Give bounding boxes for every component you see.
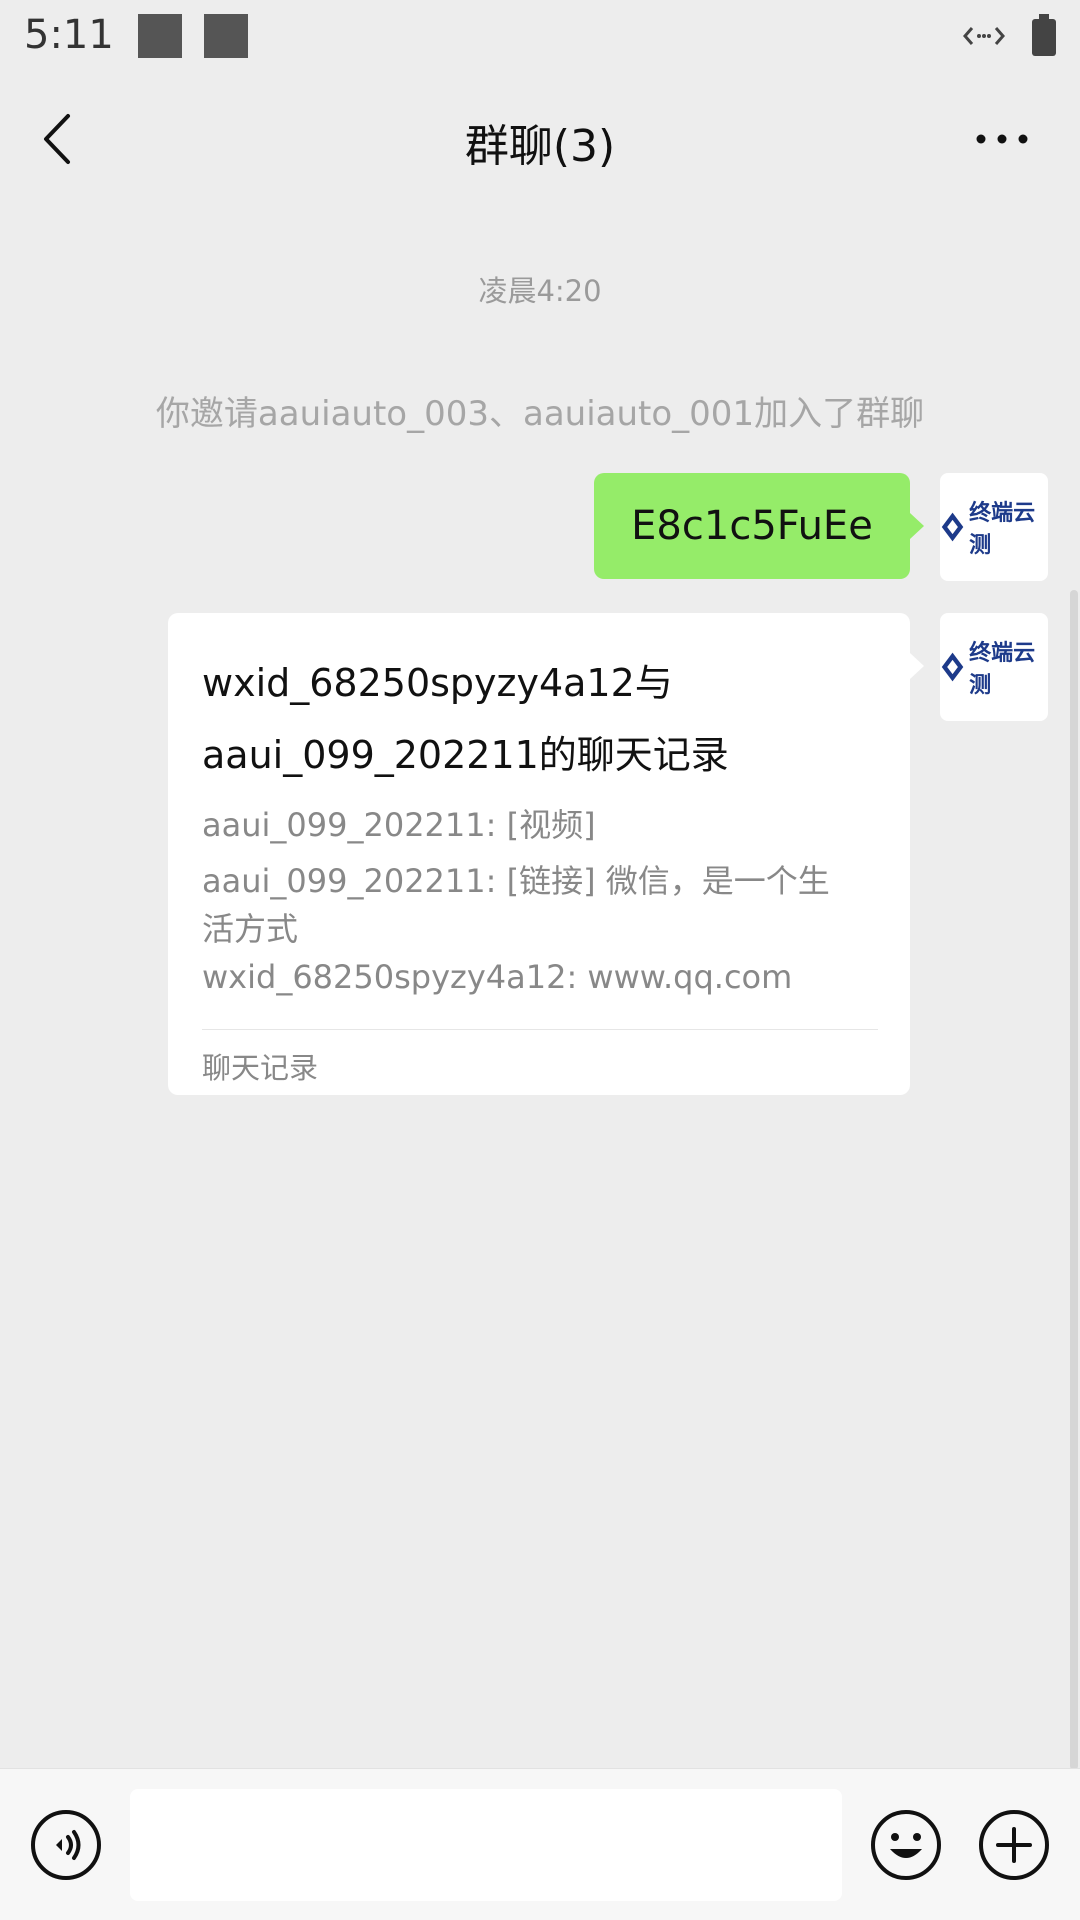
more-icon[interactable] [972,124,1032,154]
message-timestamp: 凌晨4:20 [478,274,602,308]
chat-record-title: wxid_68250spyzy4a12与 [202,661,673,705]
notification-icon [138,14,182,58]
status-time: 5:11 [24,12,114,58]
voice-icon[interactable] [30,1809,102,1881]
nav-bar: 群聊(3) [0,76,1080,200]
plus-icon[interactable] [978,1809,1050,1881]
data-transfer-icon [963,27,1005,45]
chat-record-line: 活方式 [202,910,299,948]
battery-icon [1032,14,1056,56]
chat-record-line: wxid_68250spyzy4a12: www.qq.com [202,958,793,996]
sent-message-bubble[interactable]: E8c1c5FuEe [594,473,924,579]
logo-icon [941,652,964,682]
system-message: 你邀请aauiauto_003、aauiauto_001加入了群聊 [155,394,925,434]
status-bar: 5:11 [0,0,1080,76]
message-input[interactable] [130,1789,842,1901]
scrollbar[interactable] [1070,590,1078,1770]
avatar-text: 终端云测 [969,501,1036,558]
chat-record-card[interactable]: wxid_68250spyzy4a12与 aaui_099_202211的聊天记… [168,613,924,1095]
emoji-icon[interactable] [870,1809,942,1881]
logo-icon [941,512,964,542]
avatar-text: 终端云测 [969,641,1036,698]
chat-area[interactable]: 凌晨4:20 你邀请aauiauto_003、aauiauto_001加入了群聊… [0,200,1080,1768]
chat-record-line: aaui_099_202211: [视频] [202,806,596,844]
chat-record-footer: 聊天记录 [202,1051,319,1085]
input-bar [0,1768,1080,1920]
divider [202,1029,878,1030]
chat-record-line: aaui_099_202211: [链接] 微信，是一个生 [202,862,830,900]
page-title: 群聊(3) [464,121,616,172]
notification-icon [204,14,248,58]
chat-record-title: aaui_099_202211的聊天记录 [202,733,729,777]
avatar[interactable]: 终端云测 [940,473,1048,581]
avatar[interactable]: 终端云测 [940,613,1048,721]
